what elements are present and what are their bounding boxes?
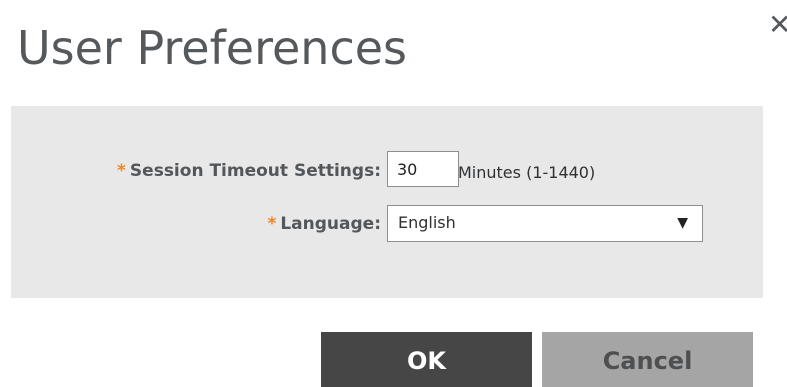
language-select[interactable]: English ▼: [387, 205, 703, 242]
dialog-title: User Preferences: [17, 21, 408, 75]
language-selected-value: English: [398, 213, 456, 232]
session-timeout-unit: Minutes (1-1440): [458, 163, 596, 182]
language-label-text: Language:: [280, 214, 381, 234]
language-label: * Language:: [267, 214, 381, 234]
chevron-down-icon: ▼: [677, 215, 688, 231]
session-timeout-label: * Session Timeout Settings:: [117, 161, 381, 181]
close-icon[interactable]: ✕: [768, 10, 787, 40]
session-timeout-label-text: Session Timeout Settings:: [129, 161, 381, 181]
required-marker: *: [267, 214, 277, 234]
preferences-panel: *Session Timeout Settings: Minutes (1-14…: [11, 106, 763, 298]
ok-button[interactable]: OK: [321, 332, 532, 387]
cancel-button[interactable]: Cancel: [542, 332, 753, 387]
user-preferences-dialog: User Preferences ✕ * Session Timeout Sett…: [0, 0, 787, 387]
required-marker: *: [117, 161, 126, 181]
session-timeout-input[interactable]: [387, 151, 459, 187]
